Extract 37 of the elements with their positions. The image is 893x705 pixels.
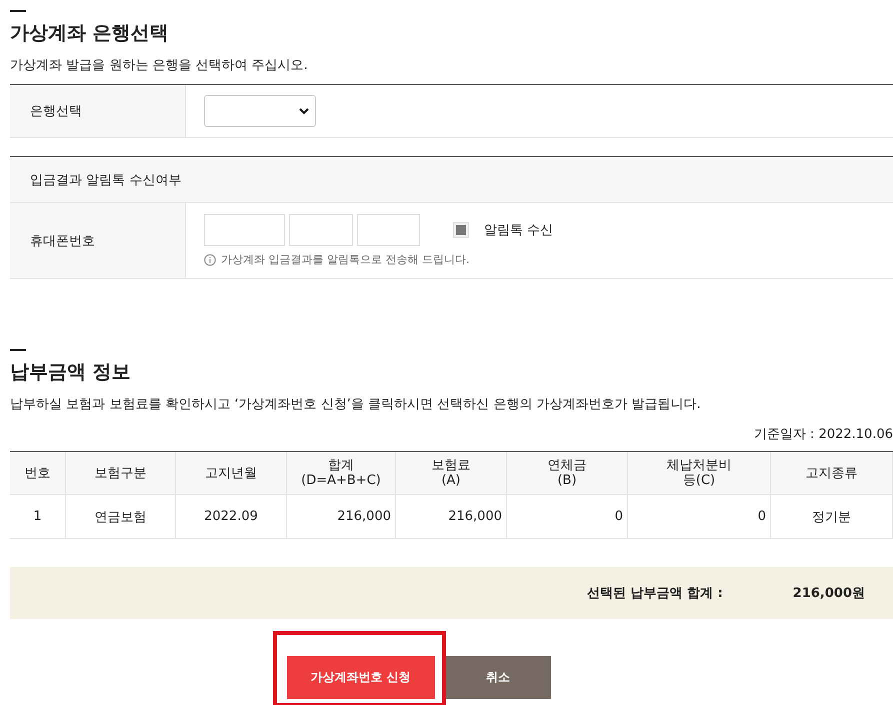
column-header: 보험구분 <box>66 452 176 495</box>
column-header: 고지년월 <box>176 452 287 495</box>
info-icon <box>204 254 216 266</box>
table-cell: 연금보험 <box>66 495 176 539</box>
section-title: 납부금액 정보 <box>10 360 132 385</box>
table-cell: 정기분 <box>771 495 893 539</box>
table-cell: 2022.09 <box>176 495 287 539</box>
summary-label: 선택된 납부금액 합계 : <box>587 585 723 602</box>
section-description: 납부하실 보험과 보험료를 확인하시고 ‘가상계좌번호 신청’을 클릭하시면 선택하신 은행의 가상계좌번호가 발급됩니다. <box>10 396 702 413</box>
table-cell: 0 <box>507 495 628 539</box>
section-title: 가상계좌 은행선택 <box>10 21 170 46</box>
summary-amount: 216,000원 <box>792 585 865 602</box>
checkbox-label: 알림톡 수신 <box>484 222 554 239</box>
column-header: 보험료 (A) <box>396 452 507 495</box>
phone-input-field[interactable] <box>289 214 353 246</box>
column-header: 연체금 (B) <box>507 452 628 495</box>
row-label: 휴대폰번호 <box>10 203 186 278</box>
hint-text: 가상계좌 입금결과를 알림톡으로 전송해 드립니다. <box>221 252 470 267</box>
table-cell: 216,000 <box>287 495 396 539</box>
column-header: 체납처분비 등(C) <box>628 452 771 495</box>
section-description: 가상계좌 발급을 원하는 은행을 선택하여 주십시오. <box>10 57 309 74</box>
table-cell: 216,000 <box>396 495 507 539</box>
base-date: 기준일자 : 2022.10.06 <box>752 426 893 443</box>
row-label: 입금결과 알림톡 수신여부 <box>10 157 893 202</box>
bank-select[interactable] <box>204 95 316 127</box>
column-header: 합계 (D=A+B+C) <box>287 452 396 495</box>
phone-input-field[interactable] <box>357 214 420 246</box>
phone-input-field[interactable] <box>204 214 285 246</box>
table-cell: 1 <box>10 495 66 539</box>
row-label: 은행선택 <box>10 85 186 137</box>
chevron-down-icon <box>299 108 309 114</box>
apply-button[interactable]: 가상계좌번호 신청 <box>286 656 434 699</box>
table-cell: 0 <box>628 495 771 539</box>
checkbox[interactable] <box>454 223 468 237</box>
column-header: 고지종류 <box>771 452 893 495</box>
cancel-button[interactable]: 취소 <box>446 656 550 699</box>
column-header: 번호 <box>10 452 66 495</box>
